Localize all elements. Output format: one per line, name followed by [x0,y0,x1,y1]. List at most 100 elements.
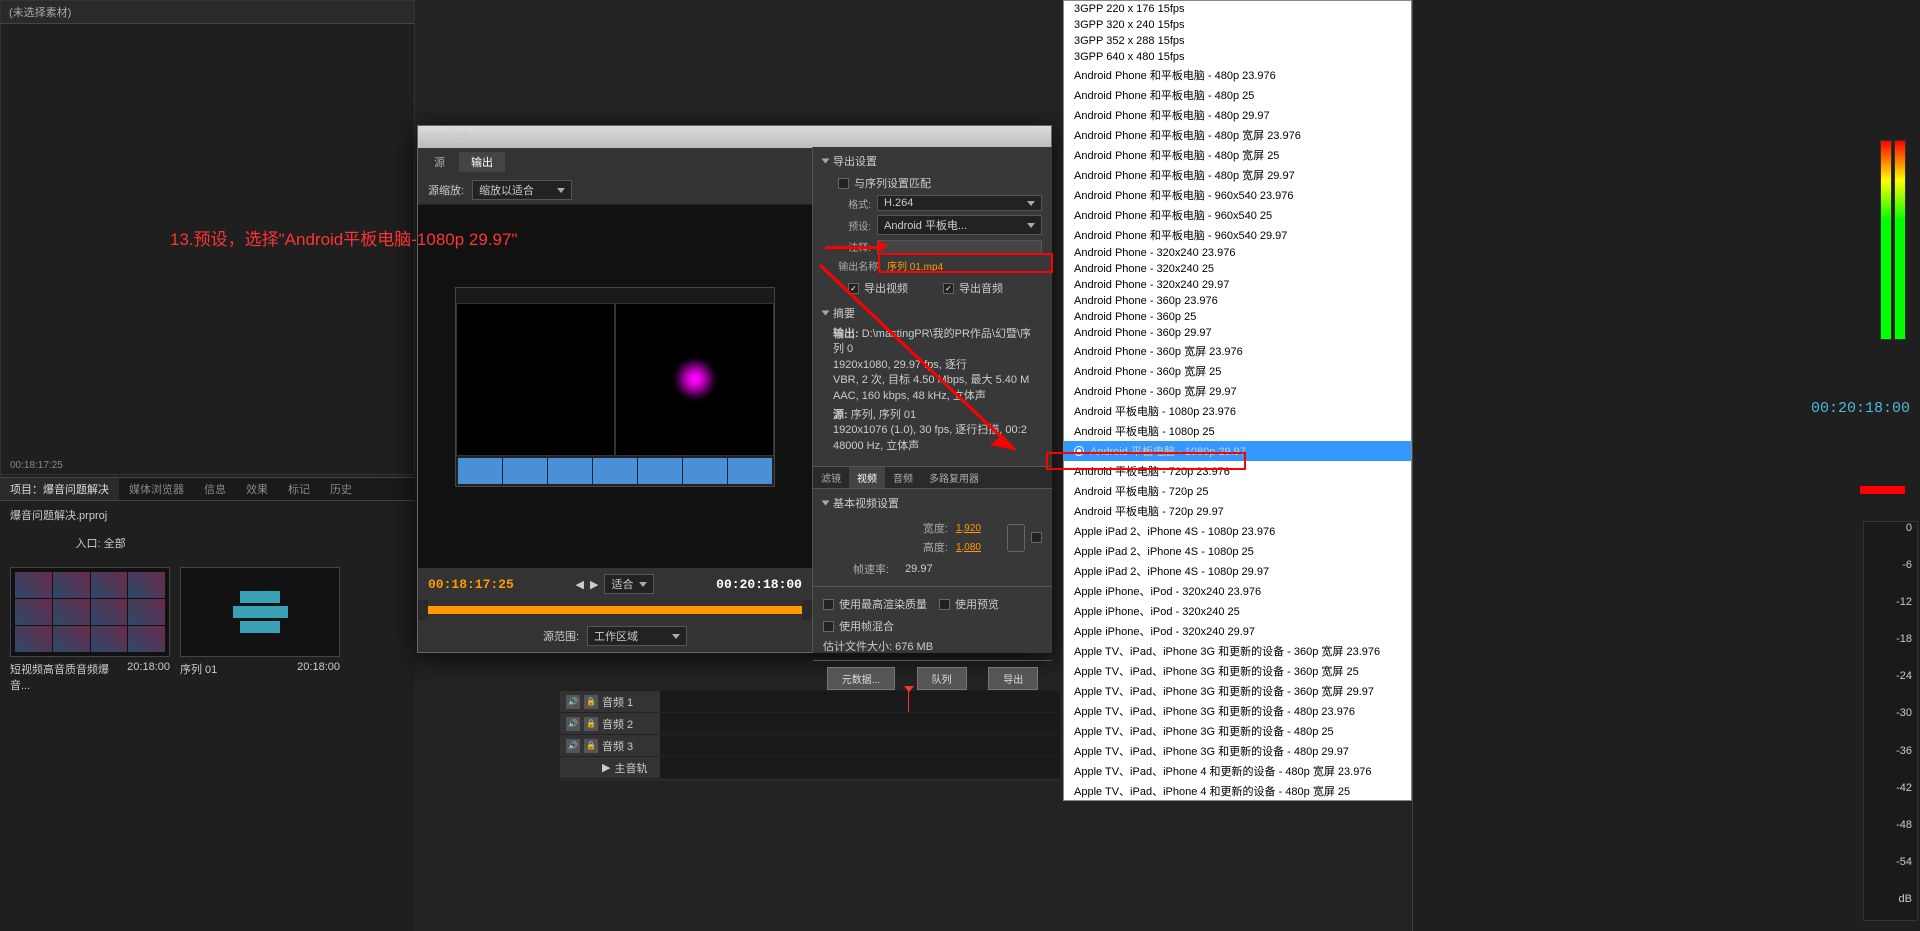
fps-value[interactable]: 29.97 [905,563,933,575]
file-size: 676 MB [895,641,933,653]
scrubber[interactable] [428,600,802,620]
tab-media-browser[interactable]: 媒体浏览器 [119,478,194,500]
preset-option[interactable]: Android 平板电脑 - 1080p 29.97 [1064,441,1411,461]
speaker-icon[interactable]: 🔊 [566,739,580,753]
tab-effects[interactable]: 效果 [236,478,278,500]
export-video-checkbox[interactable]: ✓ [848,283,859,294]
tab-mux[interactable]: 多路复用器 [921,467,987,488]
preset-dropdown-trigger[interactable]: Android 平板电... [877,215,1042,235]
fit-dropdown[interactable]: 适合 [604,574,654,594]
preset-option[interactable]: Android Phone - 360p 宽屏 29.97 [1064,381,1411,401]
preset-option[interactable]: Android Phone - 360p 25 [1064,309,1411,325]
speaker-icon[interactable]: 🔊 [566,695,580,709]
preset-dropdown-list[interactable]: 3GPP 220 x 176 15fps3GPP 320 x 240 15fps… [1063,0,1412,801]
preset-option[interactable]: Android 平板电脑 - 720p 29.97 [1064,501,1411,521]
preset-option[interactable]: Android Phone - 360p 宽屏 25 [1064,361,1411,381]
max-render-checkbox[interactable] [823,599,834,610]
export-button[interactable]: 导出 [988,667,1038,690]
speaker-icon[interactable]: 🔊 [566,717,580,731]
lock-icon[interactable]: 🔒 [584,695,598,709]
step-back-icon[interactable]: ◀ [576,578,584,591]
tab-history[interactable]: 历史 [320,478,362,500]
preset-option[interactable]: Android Phone - 360p 29.97 [1064,325,1411,341]
tab-info[interactable]: 信息 [194,478,236,500]
preset-option[interactable]: Android Phone 和平板电脑 - 960x540 29.97 [1064,225,1411,245]
project-tabs: 项目：爆音问题解决 媒体浏览器 信息 效果 标记 历史 [0,478,415,501]
tab-output[interactable]: 输出 [459,152,505,172]
bin-item-sequence[interactable]: 序列 0120:18:00 [180,567,340,693]
preset-option[interactable]: Apple iPad 2、iPhone 4S - 1080p 23.976 [1064,521,1411,541]
scale-label: 源缩放: [428,182,464,198]
preset-option[interactable]: 3GPP 220 x 176 15fps [1064,1,1411,17]
src-range-dropdown[interactable]: 工作区域 [587,626,687,646]
step-fwd-icon[interactable]: ▶ [590,578,598,591]
tab-source[interactable]: 源 [422,152,457,172]
preset-option[interactable]: 3GPP 352 x 288 15fps [1064,33,1411,49]
preset-option[interactable]: Android Phone 和平板电脑 - 480p 23.976 [1064,65,1411,85]
dialog-titlebar[interactable]: 导出设置 [418,126,1051,148]
link-dimensions-icon[interactable] [1007,524,1025,552]
tab-audio[interactable]: 音频 [885,467,921,488]
preset-option[interactable]: Apple iPad 2、iPhone 4S - 1080p 29.97 [1064,561,1411,581]
scale-dropdown[interactable]: 缩放以适合 [472,180,572,200]
tab-filter[interactable]: 滤镜 [813,467,849,488]
preset-option[interactable]: Apple TV、iPad、iPhone 3G 和更新的设备 - 360p 宽屏… [1064,641,1411,661]
preset-option[interactable]: Android Phone - 360p 23.976 [1064,293,1411,309]
preset-option[interactable]: Apple iPhone、iPod - 320x240 29.97 [1064,621,1411,641]
preset-option[interactable]: Apple TV、iPad、iPhone 3G 和更新的设备 - 360p 宽屏… [1064,661,1411,681]
preset-option[interactable]: Apple TV、iPad、iPhone 3G 和更新的设备 - 480p 25 [1064,721,1411,741]
tab-project[interactable]: 项目：爆音问题解决 [0,478,119,500]
preset-option[interactable]: Android Phone - 360p 宽屏 23.976 [1064,341,1411,361]
match-checkbox[interactable] [838,178,849,189]
preset-option[interactable]: 3GPP 320 x 240 15fps [1064,17,1411,33]
preset-option[interactable]: Android Phone 和平板电脑 - 960x540 23.976 [1064,185,1411,205]
preset-option[interactable]: Apple iPhone、iPod - 320x240 23.976 [1064,581,1411,601]
use-preview-checkbox[interactable] [939,599,950,610]
bin-item-clip[interactable]: 短视频高音质音频爆音...20:18:00 [10,567,170,693]
track-audio2[interactable]: 🔊🔒音频 2 [560,713,1060,735]
dim-checkbox[interactable] [1031,532,1042,543]
preset-option[interactable]: Android Phone 和平板电脑 - 480p 宽屏 23.976 [1064,125,1411,145]
preset-option[interactable]: Apple TV、iPad、iPhone 3G 和更新的设备 - 360p 宽屏… [1064,681,1411,701]
bin-name: 短视频高音质音频爆音... [10,661,127,693]
preset-option[interactable]: 3GPP 640 x 480 15fps [1064,49,1411,65]
current-timecode[interactable]: 00:18:17:25 [428,577,514,592]
lock-icon[interactable]: 🔒 [584,717,598,731]
preset-option[interactable]: Apple TV、iPad、iPhone 4 和更新的设备 - 480p 宽屏 … [1064,761,1411,781]
entry-dropdown[interactable]: 全部 [104,538,126,550]
source-panel-tab[interactable]: (未选择素材) [1,1,414,24]
width-value[interactable]: 1,920 [956,523,981,534]
preset-option[interactable]: Android 平板电脑 - 1080p 25 [1064,421,1411,441]
preset-option[interactable]: Android Phone 和平板电脑 - 480p 宽屏 29.97 [1064,165,1411,185]
preset-option[interactable]: Android Phone - 320x240 23.976 [1064,245,1411,261]
preset-option[interactable]: Android Phone 和平板电脑 - 960x540 25 [1064,205,1411,225]
lock-icon[interactable]: 🔒 [584,739,598,753]
preset-option[interactable]: Android Phone - 320x240 29.97 [1064,277,1411,293]
preset-option[interactable]: Android Phone 和平板电脑 - 480p 29.97 [1064,105,1411,125]
tab-markers[interactable]: 标记 [278,478,320,500]
format-dropdown[interactable]: H.264 [877,195,1042,211]
export-audio-checkbox[interactable]: ✓ [943,283,954,294]
output-name-link[interactable]: 序列 01.mp4 [887,258,943,273]
comment-input[interactable] [877,240,1042,254]
preset-option[interactable]: Apple TV、iPad、iPhone 3G 和更新的设备 - 480p 23… [1064,701,1411,721]
preset-option[interactable]: Apple iPad 2、iPhone 4S - 1080p 25 [1064,541,1411,561]
tab-video[interactable]: 视频 [849,467,885,488]
preset-option[interactable]: Android Phone - 320x240 25 [1064,261,1411,277]
preset-option[interactable]: Android Phone 和平板电脑 - 480p 25 [1064,85,1411,105]
track-master[interactable]: ▶主音轨 [560,757,1060,779]
bin-name: 序列 01 [180,661,217,677]
metadata-button[interactable]: 元数据... [827,667,895,690]
preview-monitor[interactable] [418,205,812,568]
preset-option[interactable]: Apple TV、iPad、iPhone 3G 和更新的设备 - 480p 29… [1064,741,1411,761]
preset-option[interactable]: Android 平板电脑 - 720p 23.976 [1064,461,1411,481]
preset-option[interactable]: Android 平板电脑 - 720p 25 [1064,481,1411,501]
preset-option[interactable]: Apple iPhone、iPod - 320x240 25 [1064,601,1411,621]
preset-option[interactable]: Android 平板电脑 - 1080p 23.976 [1064,401,1411,421]
height-value[interactable]: 1,080 [956,542,981,553]
queue-button[interactable]: 队列 [917,667,967,690]
preset-option[interactable]: Apple TV、iPad、iPhone 4 和更新的设备 - 480p 宽屏 … [1064,781,1411,801]
frame-blend-checkbox[interactable] [823,621,834,632]
track-audio3[interactable]: 🔊🔒音频 3 [560,735,1060,757]
preset-option[interactable]: Android Phone 和平板电脑 - 480p 宽屏 25 [1064,145,1411,165]
